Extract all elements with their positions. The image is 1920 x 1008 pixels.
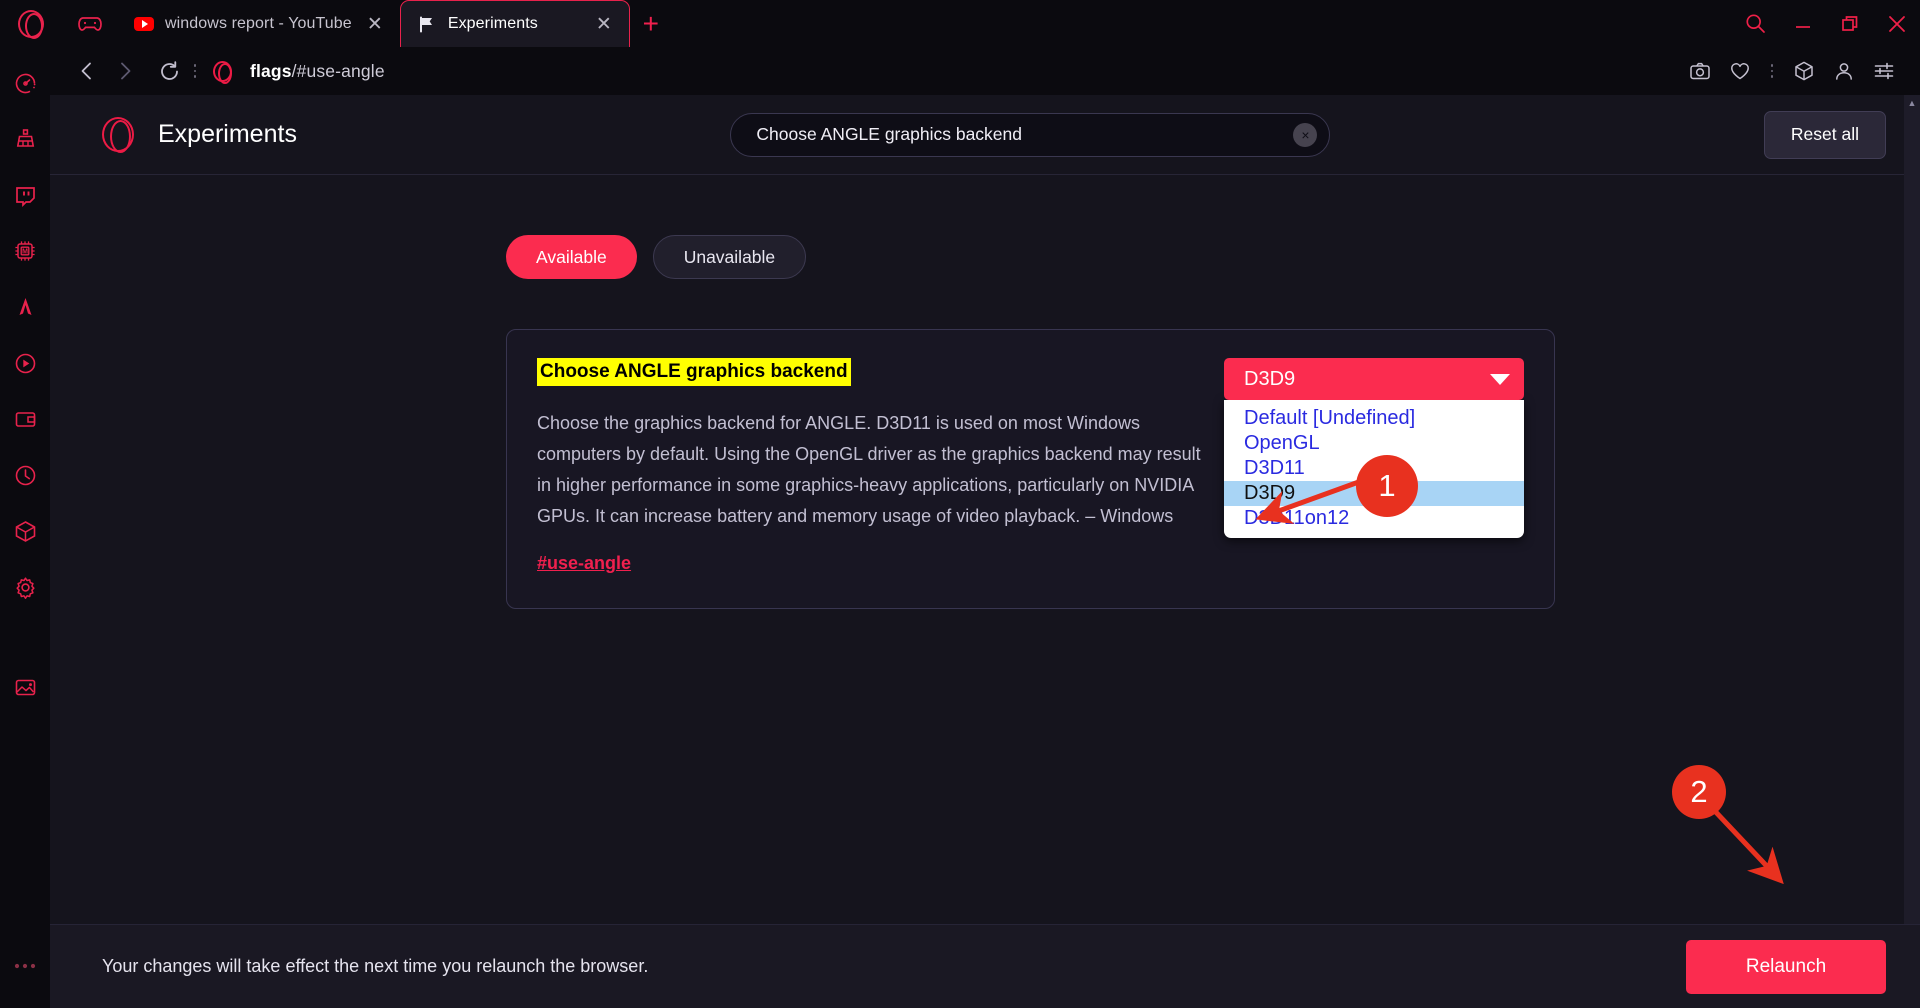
cube-icon xyxy=(1795,61,1813,81)
forward-button[interactable] xyxy=(106,52,144,90)
option-opengl[interactable]: OpenGL xyxy=(1224,431,1524,456)
tab-youtube[interactable]: windows report - YouTube ✕ xyxy=(118,1,400,47)
new-tab-button[interactable]: + xyxy=(630,0,672,47)
minimize-icon[interactable] xyxy=(1779,0,1826,47)
relaunch-button[interactable]: Relaunch xyxy=(1686,939,1886,994)
camera-icon xyxy=(1690,62,1710,80)
annotation-badge-1: 1 xyxy=(1356,455,1418,517)
tab-unavailable[interactable]: Unavailable xyxy=(652,235,807,279)
scroll-up-arrow-icon[interactable]: ▲ xyxy=(1904,95,1920,111)
twitch-icon xyxy=(15,186,35,207)
wallet-icon xyxy=(15,411,35,427)
reload-button[interactable] xyxy=(150,52,188,90)
apex-icon xyxy=(19,297,31,315)
angle-backend-select[interactable]: D3D9 xyxy=(1224,358,1524,400)
window-controls xyxy=(1732,0,1920,47)
reload-icon xyxy=(160,60,178,80)
snapshot-gallery-icon xyxy=(15,679,35,695)
youtube-icon xyxy=(134,14,154,34)
back-button[interactable] xyxy=(68,52,106,90)
chevron-down-icon xyxy=(1490,373,1510,385)
availability-filter-tabs: Available Unavailable xyxy=(50,235,1920,279)
extensions-button[interactable] xyxy=(1784,51,1824,91)
flag-anchor-link[interactable]: #use-angle xyxy=(537,553,631,574)
settings-gear-icon xyxy=(15,576,35,599)
page-title: Experiments xyxy=(158,120,297,148)
tab-title: Experiments xyxy=(447,15,538,32)
opera-menu-button[interactable] xyxy=(0,0,62,47)
experiments-header: Experiments × Reset all xyxy=(50,95,1920,175)
relaunch-message: Your changes will take effect the next t… xyxy=(102,956,649,976)
sidebar-item-wallet[interactable] xyxy=(0,391,50,447)
sliders-icon xyxy=(1874,62,1894,80)
sidebar-item-settings[interactable] xyxy=(0,559,50,615)
tab-strip: windows report - YouTube ✕ Experiments ✕ xyxy=(118,0,630,47)
url-host: flags xyxy=(250,60,292,81)
person-icon xyxy=(1836,63,1852,80)
gx-corner-button[interactable] xyxy=(62,0,118,47)
flag-icon xyxy=(417,14,437,34)
address-divider-icon xyxy=(188,52,202,90)
opera-logo-icon xyxy=(18,9,44,39)
speed-dial-icon xyxy=(15,73,35,93)
chip-messenger-icon: M xyxy=(15,241,35,261)
extensions-cube-icon xyxy=(15,520,35,542)
player-icon xyxy=(15,353,35,373)
search-input[interactable] xyxy=(756,124,1294,145)
tab-experiments[interactable]: Experiments ✕ xyxy=(399,0,630,47)
sidebar-item-extensions[interactable] xyxy=(0,503,50,559)
experiments-page: Experiments × Reset all Available Unavai… xyxy=(50,95,1920,1008)
tab-close-button[interactable]: ✕ xyxy=(591,11,617,37)
annotation-badge-2: 2 xyxy=(1672,765,1726,819)
clear-search-button[interactable]: × xyxy=(1293,122,1318,147)
option-default-undefined[interactable]: Default [Undefined] xyxy=(1224,406,1524,431)
svg-text:M: M xyxy=(22,249,28,256)
history-clock-icon xyxy=(15,465,35,485)
experiments-content: Available Unavailable Choose ANGLE graph… xyxy=(50,175,1920,1008)
flag-description: Choose the graphics backend for ANGLE. D… xyxy=(537,412,1201,526)
select-value: D3D9 xyxy=(1244,367,1296,390)
heart-icon xyxy=(1731,63,1749,80)
more-dots-icon xyxy=(14,963,36,969)
sidebar-item-cleaner[interactable] xyxy=(0,111,50,167)
cleaner-broom-icon xyxy=(16,128,34,147)
navigation-bar: flags/#use-angle xyxy=(50,47,1920,95)
search-icon[interactable] xyxy=(1732,0,1779,47)
profile-button[interactable] xyxy=(1824,51,1864,91)
sidebar-item-history[interactable] xyxy=(0,447,50,503)
tab-available[interactable]: Available xyxy=(506,235,637,279)
gamepad-icon xyxy=(78,16,102,31)
sidebar-item-more[interactable] xyxy=(0,938,50,994)
close-icon[interactable] xyxy=(1873,0,1920,47)
divider-dots-icon xyxy=(1765,52,1779,90)
opera-logo-icon xyxy=(96,113,140,157)
site-opera-icon xyxy=(202,52,242,90)
flag-title: Choose ANGLE graphics backend xyxy=(537,358,851,386)
search-flags-box[interactable]: × xyxy=(730,112,1331,157)
sidebar-item-apex[interactable] xyxy=(0,279,50,335)
sidebar-item-twitch[interactable] xyxy=(0,167,50,223)
page-scrollbar[interactable]: ▲ xyxy=(1904,95,1920,924)
forward-arrow-icon xyxy=(121,62,131,80)
back-arrow-icon xyxy=(81,62,91,80)
address-bar-url[interactable]: flags/#use-angle xyxy=(250,61,385,82)
url-path: /#use-angle xyxy=(291,60,385,81)
sidebar-item-messenger-chip[interactable]: M xyxy=(0,223,50,279)
restore-icon[interactable] xyxy=(1826,0,1873,47)
sidebar-item-snapshots[interactable] xyxy=(0,659,50,715)
relaunch-footer: Your changes will take effect the next t… xyxy=(50,924,1920,1008)
favorites-button[interactable] xyxy=(1720,51,1760,91)
sidebar-item-speed-dial[interactable] xyxy=(0,55,50,111)
camera-button[interactable] xyxy=(1680,51,1720,91)
sidebar: M xyxy=(0,47,50,1008)
tab-close-button[interactable]: ✕ xyxy=(362,11,388,37)
title-bar: windows report - YouTube ✕ Experiments ✕… xyxy=(0,0,1920,47)
easy-setup-button[interactable] xyxy=(1864,51,1904,91)
navbar-actions xyxy=(1680,51,1904,91)
sidebar-item-player[interactable] xyxy=(0,335,50,391)
tab-title: windows report - YouTube xyxy=(165,15,352,32)
reset-all-button[interactable]: Reset all xyxy=(1763,110,1886,159)
